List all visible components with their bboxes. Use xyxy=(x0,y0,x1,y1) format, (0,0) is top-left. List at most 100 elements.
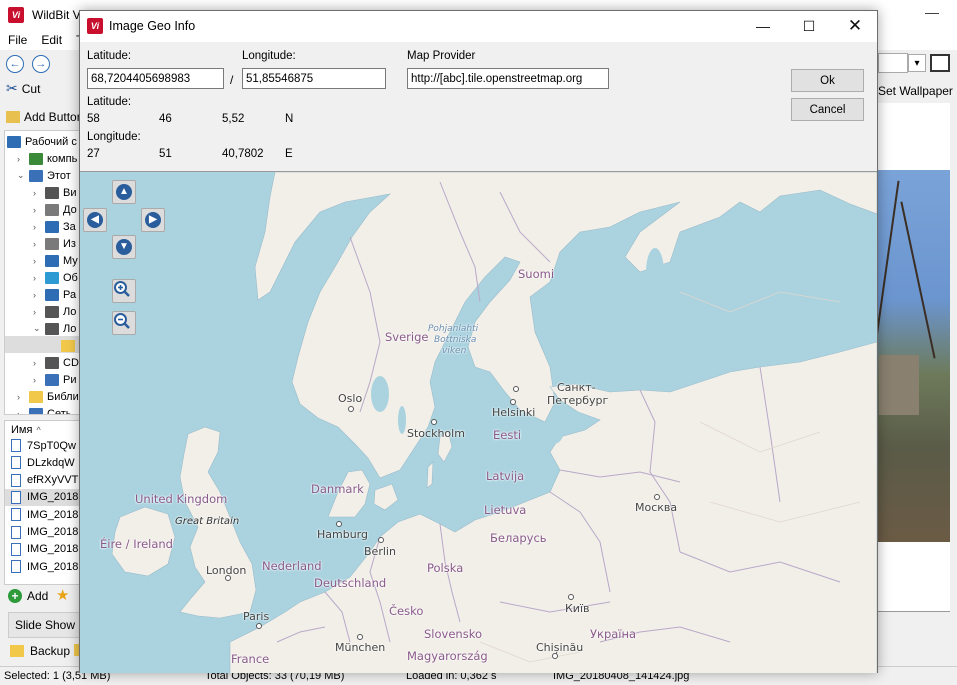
city-dot-chisinau xyxy=(552,653,558,659)
dialog-titlebar[interactable]: Vi Image Geo Info — ☐ ✕ xyxy=(80,11,877,42)
file-list-item[interactable]: IMG_2018 xyxy=(11,541,78,558)
map-label-chisinau: Chișinău xyxy=(536,641,584,654)
tree-expander-icon[interactable]: › xyxy=(17,392,27,402)
maximize-button[interactable]: ☐ xyxy=(786,11,832,41)
cancel-button[interactable]: Cancel xyxy=(791,98,864,121)
tree-expander-icon[interactable]: › xyxy=(17,409,27,415)
pan-right-button[interactable]: ▶ xyxy=(141,208,165,232)
tree-expander-icon[interactable]: › xyxy=(33,290,43,300)
latitude-degrees: 58 xyxy=(87,113,100,125)
map-lake-onega xyxy=(646,248,664,296)
background-app-title: WildBit V xyxy=(32,8,81,22)
back-arrow-icon[interactable]: ← xyxy=(6,55,24,73)
menu-edit[interactable]: Edit xyxy=(41,33,62,47)
tree-item[interactable]: › До xyxy=(33,201,77,218)
map-view[interactable]: Suomi Sverige Pohjanlahti Bottniska vike… xyxy=(80,171,877,673)
tree-item[interactable]: ⌄ Этот xyxy=(17,167,71,184)
latitude-input[interactable] xyxy=(87,68,224,89)
tree-expander-icon[interactable]: › xyxy=(33,205,43,215)
file-list-item[interactable]: IMG_2018 xyxy=(5,488,79,506)
tree-expander-icon[interactable]: › xyxy=(33,222,43,232)
file-list-item[interactable]: IMG_2018 xyxy=(11,558,78,575)
add-label: Add xyxy=(27,589,49,603)
fit-to-screen-icon[interactable] xyxy=(930,54,950,72)
tree-item-label: Рабочий с xyxy=(25,135,77,148)
tree-item[interactable]: › CD xyxy=(33,354,79,371)
tree-item[interactable]: › Об xyxy=(33,269,78,286)
folder-tree[interactable]: Рабочий с › компь ⌄ Этот › Ви › До › За › Из › Му › Об › Р… xyxy=(4,130,80,415)
pan-up-button[interactable]: ▲ xyxy=(112,180,136,204)
tree-item-label: Ра xyxy=(63,288,77,301)
file-name: DLzkdqW xyxy=(27,456,75,469)
map-provider-input[interactable] xyxy=(407,68,609,89)
file-list-item[interactable]: IMG_2018 xyxy=(11,524,78,541)
tree-item[interactable]: › Библи xyxy=(17,388,79,405)
column-header-name[interactable]: Имя ^ xyxy=(11,424,41,436)
file-list[interactable]: Имя ^ 7SpT0Qw DLzkdqW efRXyVVT IMG_2018 IMG_2… xyxy=(4,420,80,585)
file-name: IMG_2018 xyxy=(27,560,79,573)
zoom-out-button[interactable] xyxy=(112,311,136,335)
tree-item[interactable]: › Ви xyxy=(33,184,76,201)
image-file-icon xyxy=(11,439,21,452)
background-minimize-button[interactable]: — xyxy=(922,4,942,24)
tree-expander-icon[interactable]: › xyxy=(33,375,43,385)
file-list-item[interactable]: DLzkdqW xyxy=(11,454,75,471)
tree-expander-icon[interactable]: › xyxy=(33,273,43,283)
file-list-item[interactable]: efRXyVVT xyxy=(11,472,78,489)
pan-left-button[interactable]: ◀ xyxy=(83,208,107,232)
tree-expander-icon[interactable]: › xyxy=(33,256,43,266)
tree-expander-icon[interactable]: › xyxy=(33,307,43,317)
menu-file[interactable]: File xyxy=(8,33,27,47)
cd-drive-icon xyxy=(45,356,59,369)
close-button[interactable]: ✕ xyxy=(832,11,878,41)
image-file-icon xyxy=(11,525,21,539)
star-icon[interactable]: ★ xyxy=(56,586,69,604)
add-button-button[interactable]: Add Button xyxy=(6,110,83,124)
latitude-dms-label: Latitude: xyxy=(87,96,132,108)
tree-item[interactable]: › Из xyxy=(33,235,76,252)
backup-folder-item[interactable]: Backup xyxy=(10,640,70,662)
image-file-icon xyxy=(11,560,21,574)
tree-expander-icon[interactable]: › xyxy=(33,358,43,368)
map-label-helsinki: Helsinki xyxy=(492,406,536,419)
city-dot-london xyxy=(225,575,231,581)
3d-objects-icon xyxy=(45,271,59,284)
longitude-input[interactable] xyxy=(242,68,386,89)
tree-expander-icon[interactable]: › xyxy=(33,239,43,249)
pictures-folder-icon xyxy=(45,237,59,250)
tree-expander-icon[interactable]: ⌄ xyxy=(17,170,27,181)
tree-item[interactable]: › Ра xyxy=(33,286,76,303)
tree-item[interactable]: Рабочий с xyxy=(7,133,77,150)
forward-arrow-icon[interactable]: → xyxy=(32,55,50,73)
add-button[interactable]: + Add xyxy=(8,589,48,603)
tree-expander-icon[interactable]: › xyxy=(17,154,27,164)
latitude-label: Latitude: xyxy=(87,50,132,62)
set-wallpaper-button[interactable]: Set Wallpaper xyxy=(878,84,953,98)
map-label-ukraina: Україна xyxy=(590,627,637,641)
cut-button[interactable]: ✂ Cut xyxy=(6,80,40,97)
ok-button[interactable]: Ok xyxy=(791,69,864,92)
tree-expander-icon[interactable]: › xyxy=(33,188,43,198)
minimize-button[interactable]: — xyxy=(740,11,786,41)
zoom-in-button[interactable] xyxy=(112,279,136,303)
tree-item[interactable]: › За xyxy=(33,218,76,235)
tree-item-label: Этот xyxy=(47,169,71,182)
tree-item[interactable]: › Ло xyxy=(33,303,76,320)
slide-show-button[interactable]: Slide Show xyxy=(8,612,82,638)
pan-down-button[interactable]: ▼ xyxy=(112,235,136,259)
tree-item[interactable]: › Ри xyxy=(33,371,76,388)
tree-item[interactable]: › Сеть xyxy=(17,405,71,415)
address-field[interactable] xyxy=(878,53,908,73)
tree-expander-icon[interactable]: ⌄ xyxy=(33,323,43,334)
chevron-down-icon[interactable]: ▾ xyxy=(908,54,926,72)
file-list-item[interactable]: 7SpT0Qw xyxy=(11,437,76,454)
downloads-icon xyxy=(45,220,59,233)
tree-item[interactable]: ⌄ Ло xyxy=(33,320,76,337)
tree-item[interactable]: › Му xyxy=(33,252,78,269)
tree-item[interactable]: › компь xyxy=(17,150,77,167)
tree-item[interactable] xyxy=(61,337,79,354)
add-button-label: Add Button xyxy=(24,110,84,124)
image-preview[interactable] xyxy=(877,170,950,542)
library-icon xyxy=(29,390,43,403)
file-list-item[interactable]: IMG_2018 xyxy=(11,506,78,523)
